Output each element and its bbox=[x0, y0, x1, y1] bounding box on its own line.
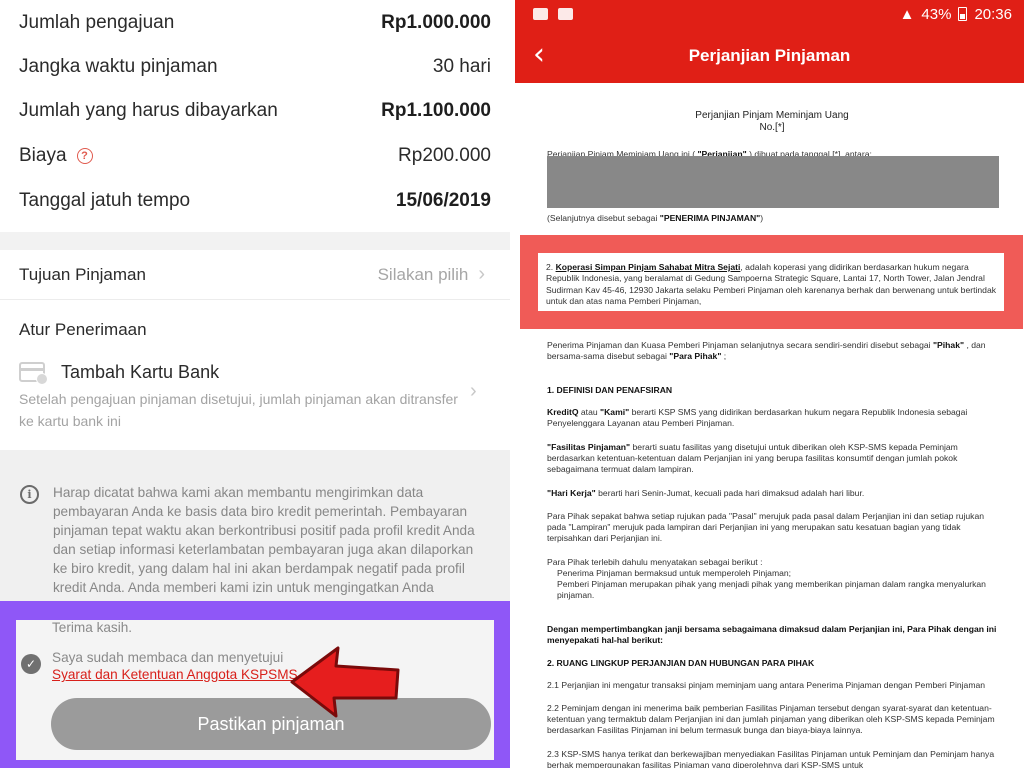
redacted-block bbox=[547, 156, 999, 208]
text-bold: KreditQ bbox=[547, 407, 579, 417]
battery-percent: 43% bbox=[921, 5, 952, 23]
mail-icon bbox=[558, 8, 573, 20]
receive-section-title: Atur Penerimaan bbox=[19, 320, 147, 339]
clause: 2.1 Perjanjian ini mengatur transaksi pi… bbox=[547, 680, 986, 690]
summary-label: Tanggal jatuh tempo bbox=[19, 190, 191, 211]
terms-link[interactable]: Syarat dan Ketentuan Anggota KSPSMS bbox=[52, 667, 298, 682]
section-heading: 2. RUANG LINGKUP PERJANJIAN DAN HUBUNGAN… bbox=[547, 658, 997, 669]
summary-value: Rp1.000.000 bbox=[381, 12, 491, 33]
summary-value: 30 hari bbox=[432, 56, 491, 77]
section-divider bbox=[0, 232, 510, 250]
text-bold: Dengan mempertimbangkan janji bersama se… bbox=[547, 624, 997, 646]
section-heading: 1. DEFINISI DAN PENAFSIRAN bbox=[547, 385, 997, 396]
summary-value: 15/06/2019 bbox=[395, 190, 491, 211]
summary-row-term: Jangka waktu pinjaman 30 hari bbox=[19, 52, 491, 82]
loan-purpose-placeholder: Silakan pilih bbox=[377, 264, 469, 284]
bank-card-icon bbox=[19, 362, 48, 385]
add-bank-card-description: Setelah pengajuan pinjaman disetujui, ju… bbox=[19, 391, 458, 429]
add-bank-card-button[interactable]: Tambah Kartu Bank bbox=[19, 358, 491, 386]
lender-paragraph-box: 2. Koperasi Simpan Pinjam Sahabat Mitra … bbox=[538, 253, 1004, 311]
summary-row-due-date: Tanggal jatuh tempo 15/06/2019 bbox=[19, 186, 491, 216]
document-title: Perjanjian Pinjam Meminjam Uang No.[*] bbox=[547, 110, 997, 134]
loan-purpose-selector[interactable]: Tujuan Pinjaman Silakan pilih › bbox=[0, 250, 510, 300]
text-bold: "Para Pihak" bbox=[669, 351, 722, 362]
clause: 2.2 Peminjam dengan ini menerima baik pe… bbox=[547, 703, 995, 736]
summary-label: Jumlah pengajuan bbox=[19, 12, 175, 33]
page-title: Perjanjian Pinjaman bbox=[688, 45, 851, 65]
info-icon: i bbox=[20, 485, 39, 504]
credit-notice-text: Harap dicatat bahwa kami akan membantu m… bbox=[53, 485, 475, 614]
text: atau bbox=[578, 407, 601, 417]
loan-purpose-label: Tujuan Pinjaman bbox=[19, 264, 146, 284]
recital-item: Penerima Pinjaman bermaksud untuk memper… bbox=[557, 568, 792, 578]
clock: 20:36 bbox=[974, 5, 1012, 23]
document-title-line: Perjanjian Pinjam Meminjam Uang bbox=[695, 110, 849, 121]
summary-row-total: Jumlah yang harus dibayarkan Rp1.100.000 bbox=[19, 96, 491, 126]
message-icon bbox=[533, 8, 548, 20]
confirm-loan-button[interactable]: Pastikan pinjaman bbox=[51, 698, 491, 750]
summary-value: Rp1.100.000 bbox=[381, 100, 491, 121]
text: Penerima Pinjaman dan Kuasa Pemberi Pinj… bbox=[547, 340, 933, 350]
text-bold: "Kami" bbox=[600, 407, 630, 417]
definition-hari-kerja: "Hari Kerja" berarti hari Senin-Jumat, k… bbox=[547, 488, 997, 499]
app-title-bar: Perjanjian Pinjaman bbox=[515, 28, 1024, 83]
loan-purpose-value: Silakan pilih › bbox=[378, 263, 485, 286]
lender-paragraph: 2. Koperasi Simpan Pinjam Sahabat Mitra … bbox=[546, 262, 998, 308]
text: 2. bbox=[546, 262, 554, 272]
back-arrow-icon[interactable]: ‹ bbox=[533, 40, 545, 70]
summary-label: Biaya bbox=[19, 145, 67, 166]
clause: 2.3 KSP-SMS hanya terikat dan berkewajib… bbox=[547, 749, 995, 768]
document-number: No.[*] bbox=[759, 122, 785, 133]
summary-row-fee: Biaya ? Rp200.000 bbox=[19, 141, 491, 171]
battery-icon bbox=[958, 7, 968, 21]
text-bold: "PENERIMA PINJAMAN" bbox=[659, 213, 761, 223]
help-icon[interactable]: ? bbox=[76, 148, 93, 164]
definition-kreditq: KreditQ atau "Kami" berarti KSP SMS yang… bbox=[547, 407, 997, 429]
text-bold: "Fasilitas Pinjaman" bbox=[547, 442, 631, 452]
text: berarti hari Senin-Jumat, kecuali pada h… bbox=[595, 488, 865, 498]
agreement-area: Terima kasih. ✓ Saya sudah membaca dan m… bbox=[16, 620, 494, 760]
text-bold: 2. RUANG LINGKUP PERJANJIAN DAN HUBUNGAN… bbox=[547, 658, 815, 668]
summary-label-fee: Biaya ? bbox=[19, 145, 93, 167]
text-bold: 1. DEFINISI DAN PENAFSIRAN bbox=[547, 385, 673, 395]
status-right: ▲ 43% 20:36 bbox=[900, 6, 1012, 23]
summary-label: Jangka waktu pinjaman bbox=[19, 56, 218, 77]
borrower-paragraph: (Selanjutnya disebut sebagai "PENERIMA P… bbox=[547, 213, 997, 224]
consideration-paragraph: Dengan mempertimbangkan janji bersama se… bbox=[547, 624, 997, 646]
text: (Selanjutnya disebut sebagai bbox=[547, 213, 660, 223]
text: ; bbox=[721, 351, 727, 362]
text-bold: "Pihak" bbox=[932, 340, 965, 350]
definition-pasal: Para Pihak sepakat bahwa setiap rujukan … bbox=[547, 511, 985, 544]
parties-paragraph: Penerima Pinjaman dan Kuasa Pemberi Pinj… bbox=[547, 340, 997, 362]
summary-row-amount: Jumlah pengajuan Rp1.000.000 bbox=[19, 8, 491, 38]
lender-name: Koperasi Simpan Pinjam Sahabat Mitra Sej… bbox=[555, 262, 741, 272]
text-bold: "Hari Kerja" bbox=[547, 488, 596, 498]
signal-icon: ▲ bbox=[899, 5, 915, 23]
agree-text: Saya sudah membaca dan menyetujui bbox=[52, 650, 284, 665]
definition-fasilitas: "Fasilitas Pinjaman" berarti suatu fasil… bbox=[547, 442, 997, 476]
recital-item: Pemberi Pinjaman merupakan pihak yang me… bbox=[557, 579, 986, 601]
thanks-text: Terima kasih. bbox=[52, 620, 133, 635]
add-bank-card-label: Tambah Kartu Bank bbox=[61, 361, 220, 382]
loan-summary-panel: Jumlah pengajuan Rp1.000.000 Jangka wakt… bbox=[0, 0, 510, 768]
recital-intro: Para Pihak terlebih dahulu menyatakan se… bbox=[547, 557, 763, 567]
agree-checkbox[interactable]: ✓ bbox=[21, 654, 41, 674]
summary-value: Rp200.000 bbox=[398, 145, 491, 166]
loan-agreement-screen: ▲ 43% 20:36 Perjanjian Pinjaman ‹ Perjan… bbox=[515, 0, 1024, 768]
notification-icons bbox=[533, 8, 573, 20]
red-arrow-annotation bbox=[290, 646, 400, 718]
text: ) bbox=[760, 213, 764, 223]
chevron-right-icon: › bbox=[478, 263, 485, 285]
status-bar: ▲ 43% 20:36 bbox=[515, 0, 1024, 28]
chevron-right-icon[interactable]: › bbox=[470, 380, 477, 403]
summary-label: Jumlah yang harus dibayarkan bbox=[19, 100, 278, 121]
